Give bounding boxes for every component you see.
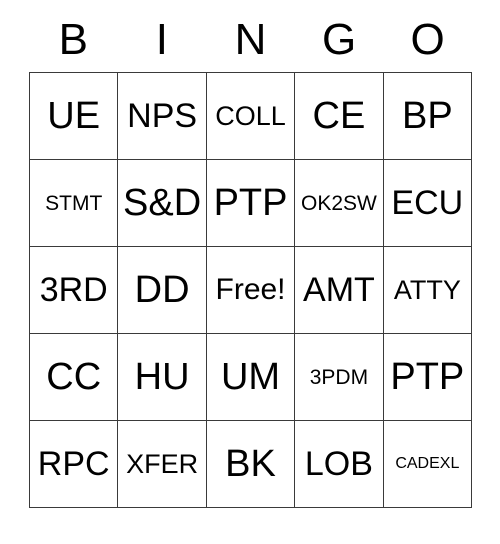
bingo-cell-label: HU bbox=[134, 356, 190, 398]
bingo-cell-label: NPS bbox=[127, 97, 198, 135]
bingo-cell-label: 3RD bbox=[39, 271, 108, 309]
bingo-cell[interactable]: DD bbox=[118, 247, 207, 334]
bingo-cell-label: 3PDM bbox=[309, 365, 369, 389]
bingo-cell[interactable]: UM bbox=[206, 334, 296, 421]
bingo-grid-row: UE NPS COLL CE BP bbox=[30, 73, 473, 160]
bingo-cell[interactable]: ECU bbox=[383, 160, 473, 247]
bingo-cell[interactable]: CC bbox=[30, 334, 119, 421]
bingo-cell[interactable]: OK2SW bbox=[295, 160, 384, 247]
bingo-cell-label: STMT bbox=[45, 191, 103, 215]
bingo-cell[interactable]: ATTY bbox=[383, 247, 473, 334]
bingo-cell[interactable]: CADEXL bbox=[383, 421, 473, 508]
bingo-cell[interactable]: 3PDM bbox=[295, 334, 384, 421]
bingo-card: B I N G O UE NPS COLL CE BP STMT S&D PTP OK2SW EC… bbox=[29, 8, 473, 508]
bingo-cell-label: LOB bbox=[304, 445, 373, 483]
bingo-cell-label: PTP bbox=[213, 182, 288, 224]
bingo-header-letter-i: I bbox=[155, 15, 168, 64]
bingo-cell[interactable]: S&D bbox=[118, 160, 207, 247]
bingo-cell[interactable]: NPS bbox=[118, 73, 207, 160]
bingo-cell[interactable]: PTP bbox=[206, 160, 296, 247]
bingo-grid-row: STMT S&D PTP OK2SW ECU bbox=[30, 160, 473, 247]
bingo-cell-label: ECU bbox=[391, 184, 464, 222]
bingo-cell-label: S&D bbox=[123, 182, 202, 224]
bingo-header-letter-g: G bbox=[321, 15, 357, 64]
bingo-cell[interactable]: HU bbox=[118, 334, 207, 421]
bingo-cell[interactable]: BP bbox=[383, 73, 473, 160]
bingo-header-letter-b: B bbox=[58, 15, 88, 64]
bingo-cell-label: CC bbox=[46, 356, 102, 398]
bingo-grid-row: RPC XFER BK LOB CADEXL bbox=[30, 421, 473, 508]
bingo-cell[interactable]: 3RD bbox=[30, 247, 119, 334]
bingo-cell-label: Free! bbox=[215, 273, 286, 306]
bingo-header: B I N G O bbox=[29, 8, 472, 72]
bingo-cell-label: CE bbox=[312, 95, 366, 137]
bingo-cell[interactable]: XFER bbox=[118, 421, 207, 508]
bingo-header-letter-n: N bbox=[234, 15, 267, 64]
bingo-cell-label: OK2SW bbox=[300, 191, 377, 215]
bingo-cell[interactable]: LOB bbox=[295, 421, 384, 508]
bingo-cell[interactable]: CE bbox=[295, 73, 384, 160]
bingo-cell-label: BP bbox=[401, 95, 453, 137]
bingo-cell-label: ATTY bbox=[393, 274, 461, 305]
bingo-grid-row: CC HU UM 3PDM PTP bbox=[30, 334, 473, 421]
bingo-cell-label: BK bbox=[225, 443, 276, 485]
bingo-cell-label: CADEXL bbox=[395, 455, 460, 472]
bingo-cell[interactable]: BK bbox=[206, 421, 296, 508]
bingo-cell[interactable]: COLL bbox=[206, 73, 296, 160]
bingo-cell-label: PTP bbox=[390, 356, 465, 398]
bingo-cell[interactable]: PTP bbox=[383, 334, 473, 421]
bingo-cell[interactable]: UE bbox=[30, 73, 119, 160]
bingo-cell-label: RPC bbox=[37, 445, 110, 483]
bingo-cell[interactable]: STMT bbox=[30, 160, 119, 247]
bingo-header-letter-o: O bbox=[410, 15, 445, 64]
bingo-cell[interactable]: Free! bbox=[206, 247, 296, 334]
bingo-cell[interactable]: RPC bbox=[30, 421, 119, 508]
bingo-cell-label: XFER bbox=[126, 448, 199, 479]
bingo-cell-label: DD bbox=[134, 269, 190, 311]
bingo-cell-label: UM bbox=[220, 356, 281, 398]
bingo-grid-row: 3RD DD Free! AMT ATTY bbox=[30, 247, 473, 334]
bingo-cell[interactable]: AMT bbox=[295, 247, 384, 334]
bingo-cell-label: UE bbox=[47, 95, 101, 137]
bingo-grid: UE NPS COLL CE BP STMT S&D PTP OK2SW ECU 3RD DD Free… bbox=[29, 72, 473, 508]
bingo-cell-label: COLL bbox=[215, 100, 286, 131]
bingo-cell-label: AMT bbox=[303, 271, 375, 309]
